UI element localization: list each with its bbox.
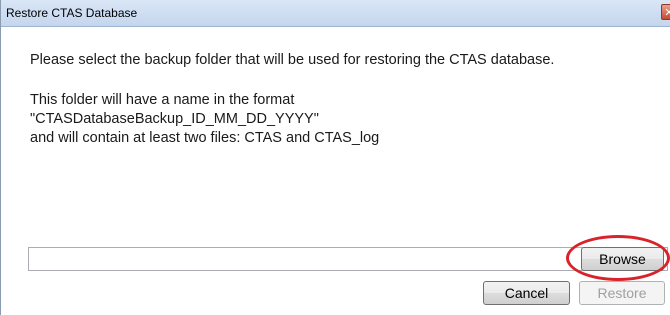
- format-description-text: This folder will have a name in the form…: [30, 92, 295, 108]
- cancel-button[interactable]: Cancel: [483, 281, 570, 305]
- window-title: Restore CTAS Database: [6, 6, 138, 20]
- restore-button[interactable]: Restore: [579, 281, 665, 305]
- restore-dialog: Restore CTAS Database ✕ Please select th…: [0, 0, 670, 315]
- browse-button[interactable]: Browse: [581, 247, 664, 271]
- instruction-text: Please select the backup folder that wil…: [30, 52, 555, 68]
- title-bar[interactable]: Restore CTAS Database ✕: [1, 0, 670, 27]
- close-icon[interactable]: ✕: [661, 4, 670, 20]
- folder-path-input[interactable]: [28, 247, 668, 271]
- folder-name-format-text: "CTASDatabaseBackup_ID_MM_DD_YYYY": [30, 111, 319, 127]
- contents-description-text: and will contain at least two files: CTA…: [30, 130, 380, 146]
